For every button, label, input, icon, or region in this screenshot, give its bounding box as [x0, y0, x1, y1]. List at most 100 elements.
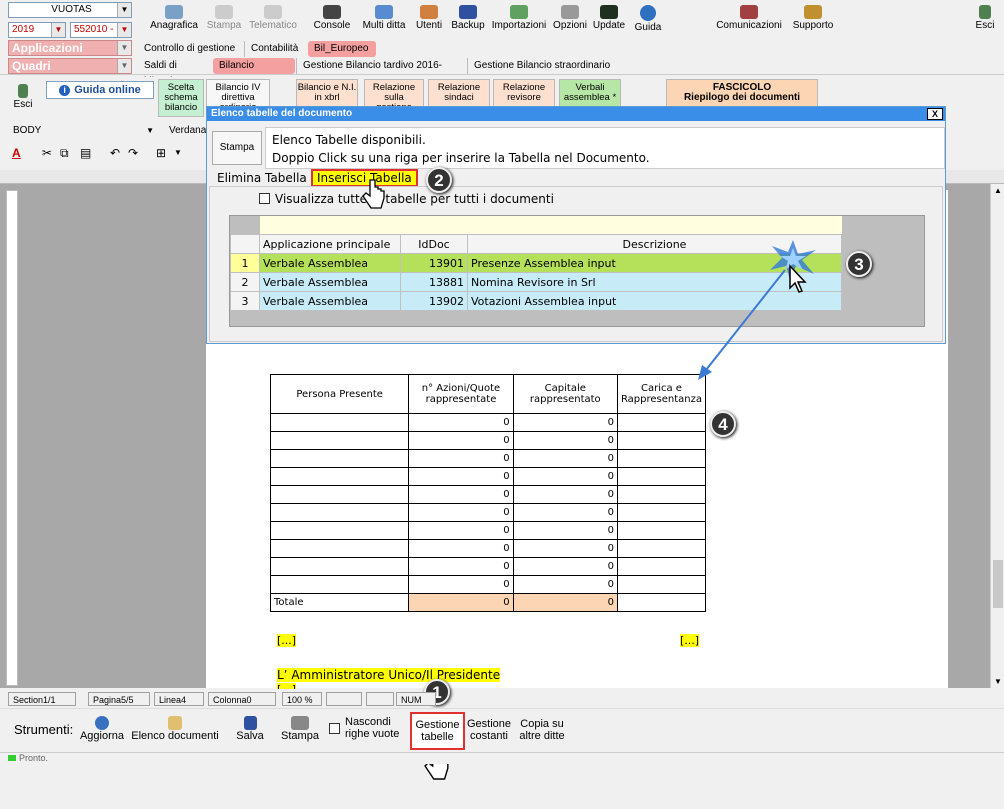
- cell-carica: [616, 521, 707, 540]
- guida-online-button[interactable]: i Guida online: [46, 81, 154, 99]
- status-blank-2: [366, 692, 394, 706]
- chevron-down-icon[interactable]: ▼: [174, 148, 182, 157]
- chevron-down-icon: ▼: [117, 23, 131, 37]
- tab-controllo-gestione[interactable]: Controllo di gestione: [138, 41, 242, 57]
- status-pagina: Pagina5/5: [88, 692, 150, 706]
- tab-bilancio-tardivo[interactable]: Gestione Bilancio tardivo 2016-2017: [296, 58, 466, 87]
- row-iddoc: 13881: [400, 272, 468, 292]
- quadri-combo[interactable]: Quadri ▼: [8, 58, 132, 74]
- backup-button[interactable]: Backup: [450, 3, 486, 37]
- multi-ditta-button[interactable]: Multi ditta: [360, 3, 408, 37]
- users-icon: [420, 5, 438, 19]
- table-icon[interactable]: ⊞: [156, 146, 166, 160]
- row-applicazione: Verbale Assemblea: [259, 291, 401, 311]
- tab-contabilita[interactable]: Contabilità: [244, 41, 306, 57]
- paste-icon[interactable]: ▤: [80, 146, 91, 160]
- status-blank-1: [326, 692, 362, 706]
- esci-doc-button[interactable]: Esci: [8, 82, 38, 116]
- total-capitale: 0: [512, 593, 618, 612]
- tab-bil-europeo[interactable]: Bil_Europeo: [308, 41, 376, 57]
- relazione-revisore-button[interactable]: Relazione revisore: [493, 79, 555, 109]
- company-combo[interactable]: VUOTAS ▼: [8, 2, 132, 18]
- comunicazioni-button[interactable]: Comunicazioni: [716, 3, 782, 37]
- cell-azioni: 0: [408, 449, 514, 468]
- stampa-bottom-button[interactable]: Stampa: [278, 714, 322, 750]
- telematico-button[interactable]: Telematico: [247, 3, 299, 37]
- salva-button[interactable]: Salva: [228, 714, 272, 750]
- verbali-button[interactable]: Verbali assemblea *: [559, 79, 621, 109]
- cell-carica: [616, 485, 707, 504]
- tab-saldi-bilancio[interactable]: Saldi di bilancio: [138, 58, 212, 87]
- tab-bilancio-straordinario[interactable]: Gestione Bilancio straordinario 2020: [467, 58, 627, 87]
- import-icon: [510, 5, 528, 19]
- signature-text: L’ Amministratore Unico/Il Presidente: [277, 668, 501, 682]
- console-button[interactable]: Console: [310, 3, 354, 37]
- cell-capitale: 0: [512, 503, 618, 522]
- table-row: 00: [269, 413, 707, 432]
- cell-capitale: 0: [512, 413, 618, 432]
- font-combo[interactable]: Verdana: [166, 124, 208, 140]
- cell-capitale: 0: [512, 521, 618, 540]
- fascicolo-button[interactable]: FASCICOLO Riepilogo dei documenti: [666, 79, 818, 109]
- opzioni-button[interactable]: Opzioni: [552, 3, 588, 37]
- stampa-dialog-button[interactable]: Stampa: [212, 131, 262, 165]
- undo-icon[interactable]: ↶: [110, 146, 120, 160]
- show-all-checkbox[interactable]: [259, 193, 270, 204]
- gestione-tabelle-button[interactable]: Gestione tabelle: [410, 712, 465, 750]
- relazione-sindaci-button[interactable]: Relazione sindaci: [428, 79, 490, 109]
- show-all-label: Visualizza tutte le tabelle per tutti i …: [275, 192, 554, 206]
- annotation-marker-4: 4: [710, 411, 736, 437]
- support-icon: [804, 5, 822, 19]
- row-iddoc: 13902: [400, 291, 468, 311]
- cell-capitale: 0: [512, 431, 618, 450]
- close-button[interactable]: X: [927, 108, 943, 120]
- copy-icon[interactable]: ⧉: [60, 146, 69, 161]
- elenco-documenti-button[interactable]: Elenco documenti: [128, 714, 222, 750]
- bilancio-iv-button[interactable]: Bilancio IV direttiva ordinario: [206, 79, 270, 109]
- cut-icon[interactable]: ✂: [42, 146, 52, 160]
- total-carica: [616, 593, 707, 612]
- vertical-scrollbar[interactable]: ▲ ▼: [990, 184, 1004, 688]
- utenti-button[interactable]: Utenti: [412, 3, 446, 37]
- esci-top-button[interactable]: Esci: [970, 3, 1000, 37]
- tabelle-dialog: Elenco tabelle del documento X Stampa El…: [206, 106, 946, 344]
- row-number: 3: [230, 291, 260, 311]
- dialog-titlebar: Elenco tabelle del documento: [207, 107, 945, 121]
- guida-button[interactable]: Guida: [631, 3, 665, 37]
- cell-azioni: 0: [408, 539, 514, 558]
- chevron-down-icon: ▼: [117, 41, 131, 55]
- tab-elimina-tabella[interactable]: Elimina Tabella: [217, 171, 307, 185]
- exit-icon: [979, 5, 991, 19]
- scroll-thumb[interactable]: [993, 560, 1003, 608]
- copia-altre-ditte-button[interactable]: Copia su altre ditte: [514, 714, 570, 750]
- database-icon: [459, 5, 477, 19]
- info-icon: i: [59, 85, 71, 96]
- aggiorna-button[interactable]: Aggiorna: [78, 714, 126, 750]
- nascondi-checkbox[interactable]: [329, 723, 340, 734]
- status-section: Section1/1: [8, 692, 76, 706]
- scroll-down-icon[interactable]: ▼: [994, 677, 1002, 686]
- code-combo[interactable]: 552010 - ▼: [70, 22, 132, 38]
- relazione-gestione-button[interactable]: Relazione sulla gestione: [364, 79, 424, 109]
- scelta-schema-button[interactable]: Scelta schema bilancio: [158, 79, 204, 117]
- supporto-button[interactable]: Supporto: [786, 3, 840, 37]
- cell-capitale: 0: [512, 467, 618, 486]
- row-applicazione: Verbale Assemblea: [259, 272, 401, 292]
- bilancio-ni-button[interactable]: Bilancio e N.I. in xbrl: [296, 79, 358, 109]
- gestione-costanti-button[interactable]: Gestione costanti: [466, 714, 512, 750]
- scroll-up-icon[interactable]: ▲: [994, 186, 1002, 195]
- font-color-icon[interactable]: A: [12, 146, 21, 160]
- printer-icon: [291, 716, 309, 730]
- redo-icon[interactable]: ↷: [128, 146, 138, 160]
- applicazioni-combo[interactable]: Applicazioni ▼: [8, 40, 132, 56]
- cell-persona: [269, 521, 410, 540]
- update-button[interactable]: Update: [591, 3, 627, 37]
- cell-persona: [269, 485, 410, 504]
- style-combo[interactable]: BODY ▼: [10, 124, 156, 140]
- importazioni-button[interactable]: Importazioni: [490, 3, 548, 37]
- year-combo[interactable]: 2019 ▼: [8, 22, 66, 38]
- tab-bilancio-europeo[interactable]: Bilancio Europeo: [213, 58, 295, 87]
- header-azioni: n° Azioni/Quote rappresentate: [408, 374, 514, 414]
- stampa-top-button[interactable]: Stampa: [204, 3, 244, 37]
- anagrafica-button[interactable]: Anagrafica: [148, 3, 200, 37]
